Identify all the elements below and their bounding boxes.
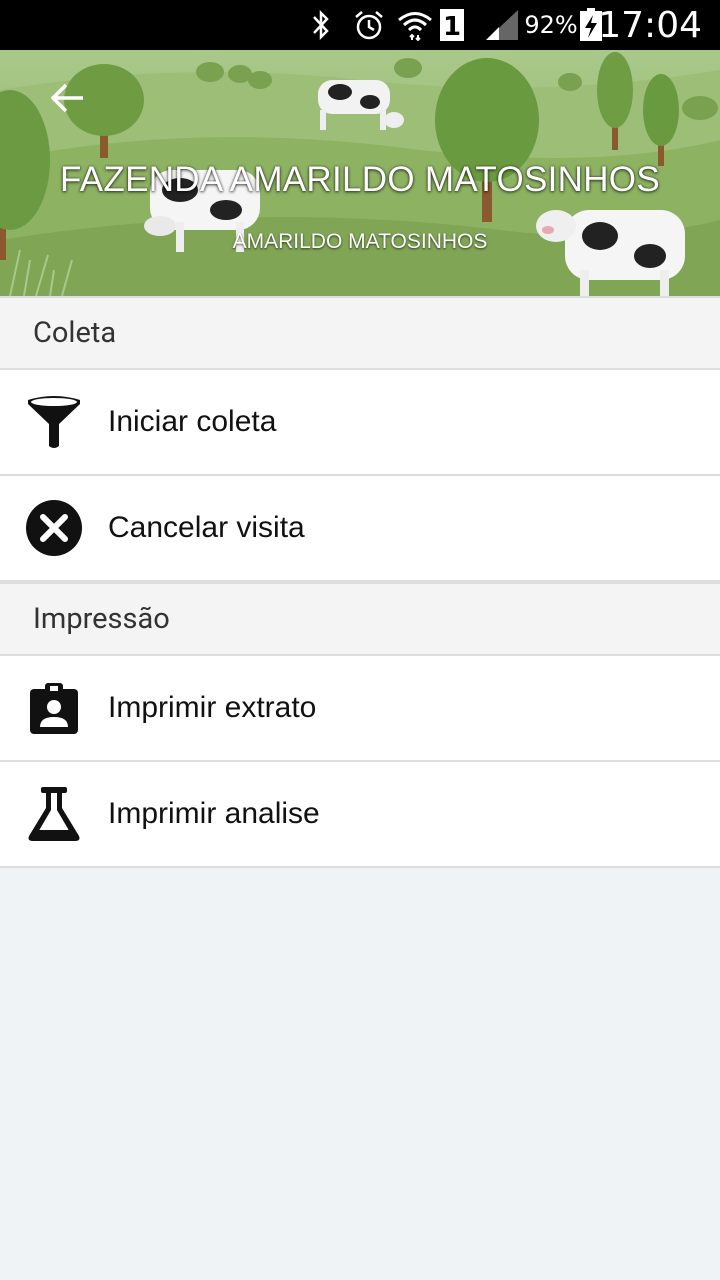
cancel-visit-label: Cancelar visita — [108, 511, 305, 544]
start-collection-label: Iniciar coleta — [108, 405, 277, 438]
arrow-left-icon — [51, 83, 83, 113]
cancel-visit-item[interactable]: Cancelar visita — [0, 476, 720, 582]
alarm-icon — [352, 0, 386, 50]
battery-percent: 92% — [524, 11, 578, 39]
clock: 17:04 — [598, 4, 702, 46]
back-button[interactable] — [40, 70, 96, 126]
actions-list: Coleta Iniciar coleta Cancelar visita Im… — [0, 296, 720, 868]
section-header-impressao: Impressão — [0, 582, 720, 656]
farm-header: FAZENDA AMARILDO MATOSINHOS AMARILDO MAT… — [0, 50, 720, 296]
bluetooth-icon — [306, 0, 336, 50]
print-statement-label: Imprimir extrato — [108, 691, 317, 724]
print-analysis-item[interactable]: Imprimir analise — [0, 762, 720, 868]
farm-owner: AMARILDO MATOSINHOS — [232, 230, 488, 253]
farm-title: FAZENDA AMARILDO MATOSINHOS — [60, 160, 660, 199]
funnel-icon — [0, 369, 108, 475]
cancel-circle-icon — [0, 475, 108, 581]
clipboard-account-icon — [0, 655, 108, 761]
section-header-coleta: Coleta — [0, 296, 720, 370]
flask-icon — [0, 761, 108, 867]
signal-icon — [484, 0, 520, 50]
sim-1-icon: 1 — [438, 0, 466, 50]
start-collection-item[interactable]: Iniciar coleta — [0, 370, 720, 476]
print-statement-item[interactable]: Imprimir extrato — [0, 656, 720, 762]
wifi-icon — [396, 0, 434, 50]
svg-text:1: 1 — [443, 12, 461, 42]
print-analysis-label: Imprimir analise — [108, 797, 320, 830]
status-bar: 1 92% 17:04 — [0, 0, 720, 50]
